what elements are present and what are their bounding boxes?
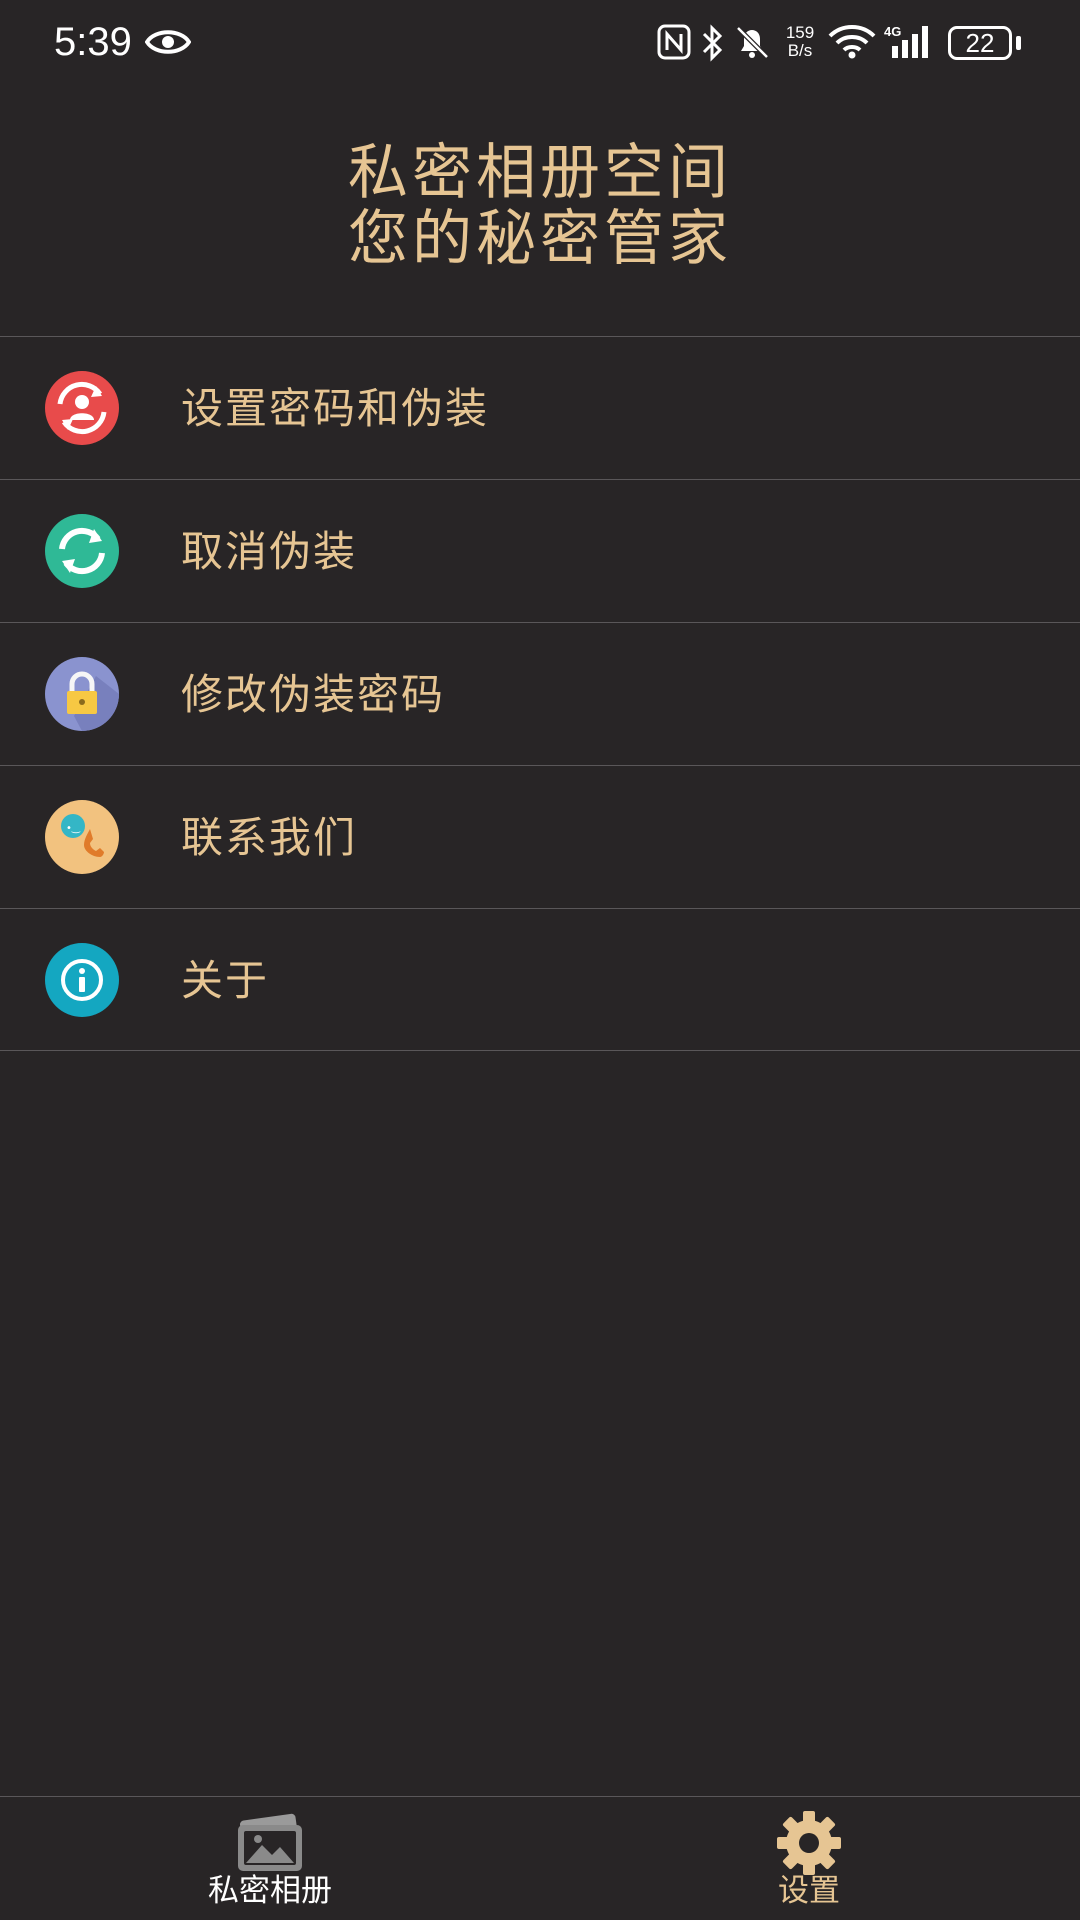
- signal-4g-icon: 4G: [884, 24, 928, 58]
- wifi-icon: [828, 25, 876, 59]
- menu-item-set-password[interactable]: 设置密码和伪装: [0, 336, 1080, 479]
- net-speed-value: 159: [785, 23, 815, 42]
- settings-menu: 设置密码和伪装 取消伪装 修改伪装密码 •‿ 联系我们 关于: [0, 336, 1080, 1051]
- menu-item-change-password[interactable]: 修改伪装密码: [0, 622, 1080, 765]
- info-icon: [45, 943, 119, 1017]
- svg-text:•‿: •‿: [66, 823, 81, 834]
- menu-item-label: 联系我们: [181, 813, 358, 862]
- page-header: 私密相册空间 您的秘密管家: [0, 140, 1080, 272]
- menu-item-label: 关于: [181, 956, 270, 1005]
- net-speed: 159 B/s: [780, 24, 820, 60]
- bell-muted-icon: [736, 26, 769, 59]
- status-bar: 5:39 159 B/s 4G 22: [0, 0, 1080, 90]
- user-sync-icon: [45, 371, 119, 445]
- menu-item-cancel-disguise[interactable]: 取消伪装: [0, 479, 1080, 622]
- photo-album-icon: [238, 1813, 302, 1871]
- tab-label: 设置: [778, 1873, 840, 1909]
- header-subtitle: 您的秘密管家: [348, 204, 732, 274]
- eye-icon: [145, 30, 191, 54]
- bottom-navigation: 私密相册 设置: [0, 1796, 1080, 1920]
- menu-item-label: 修改伪装密码: [181, 670, 446, 719]
- nfc-icon: [657, 24, 691, 60]
- refresh-icon: [45, 514, 119, 588]
- svg-text:4G: 4G: [884, 24, 901, 39]
- battery-nub: [1016, 36, 1021, 50]
- menu-item-contact-us[interactable]: •‿ 联系我们: [0, 765, 1080, 908]
- battery-indicator: 22: [948, 26, 1012, 60]
- menu-item-about[interactable]: 关于: [0, 908, 1080, 1051]
- phone-chat-icon: •‿: [45, 800, 119, 874]
- bluetooth-icon: [702, 24, 723, 62]
- tab-settings[interactable]: 设置: [659, 1797, 959, 1920]
- menu-item-label: 取消伪装: [181, 527, 358, 576]
- header-title: 私密相册空间: [348, 138, 732, 208]
- status-time: 5:39: [54, 20, 132, 64]
- menu-item-label: 设置密码和伪装: [181, 384, 490, 433]
- tab-private-album[interactable]: 私密相册: [120, 1797, 420, 1920]
- gear-icon: [777, 1811, 841, 1875]
- tab-label: 私密相册: [208, 1873, 332, 1909]
- net-speed-unit: B/s: [787, 41, 813, 60]
- lock-icon: [45, 657, 119, 731]
